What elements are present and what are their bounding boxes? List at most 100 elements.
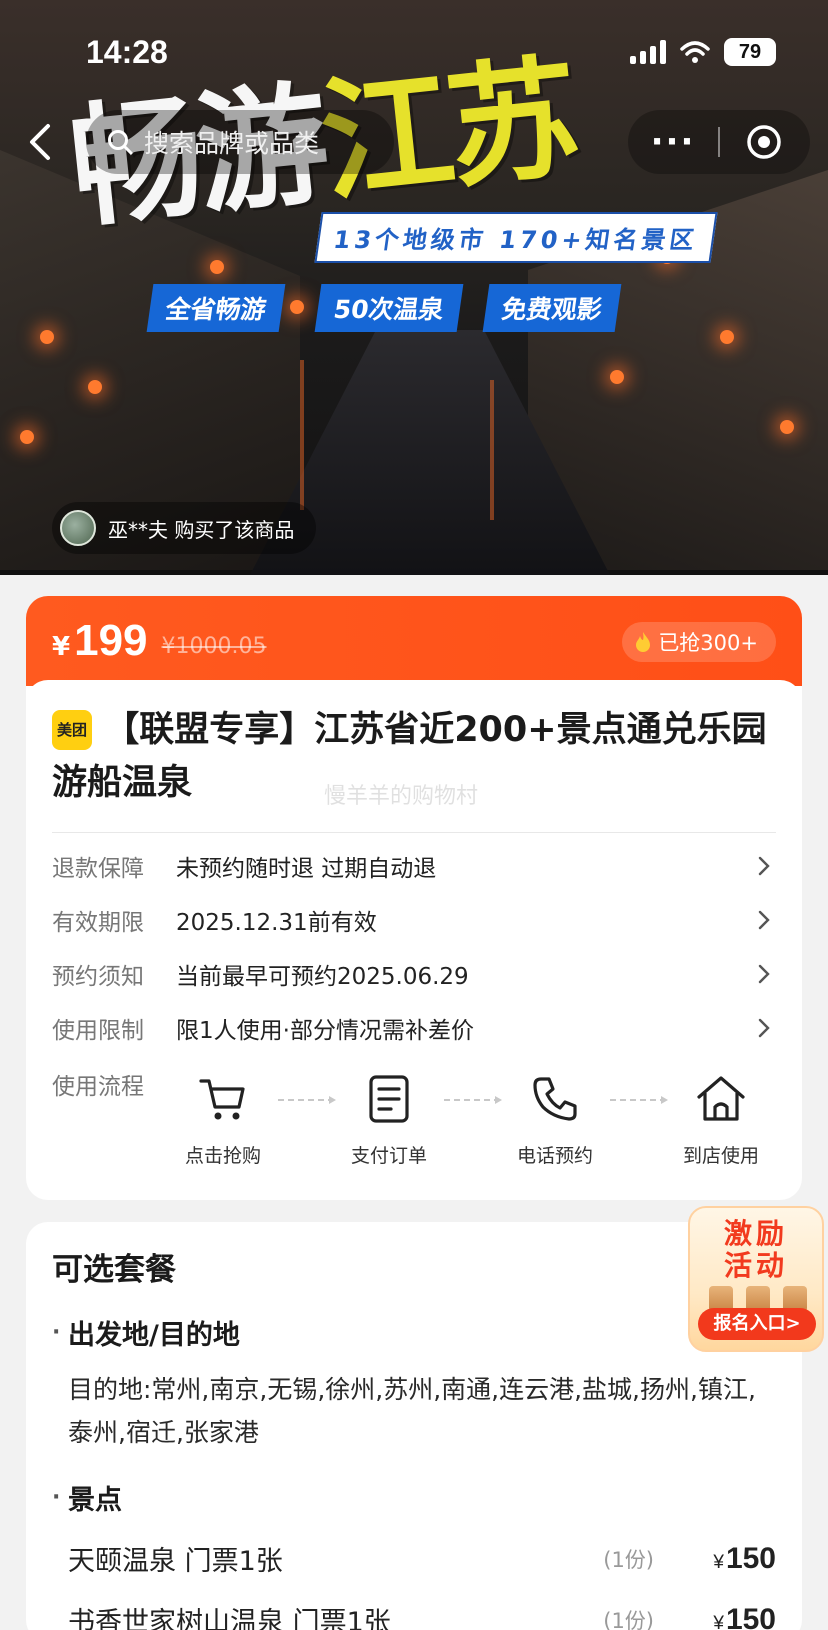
battery-icon: 79: [724, 38, 776, 66]
banner-lantern: [210, 260, 224, 274]
buyer-notice-text: 巫**夫 购买了该商品: [108, 517, 295, 542]
usage-steps: 点击抢购 支付订单 电话预约 到店使用: [168, 1059, 776, 1168]
search-placeholder: 搜索品牌或品类: [144, 129, 320, 158]
banner-lantern: [720, 330, 734, 344]
usage-flow: 使用流程 点击抢购 支付订单 电话预约 到店使用: [52, 1059, 776, 1168]
attractions-heading-text: 景点: [68, 1485, 122, 1516]
banner-lantern: [40, 330, 54, 344]
search-bar[interactable]: 搜索品牌或品类: [86, 110, 394, 174]
usage-flow-label: 使用流程: [52, 1074, 144, 1100]
package-item-currency: ¥: [713, 1612, 724, 1630]
cellular-signal-icon: [630, 40, 666, 64]
banner-lantern: [780, 420, 794, 434]
origin-dest-heading: · 出发地/目的地: [52, 1313, 776, 1352]
promo-signup-button[interactable]: 报名入口>: [698, 1308, 816, 1340]
flow-arrow: [444, 1096, 502, 1104]
restriction-value: 限1人使用·部分情况需补差价: [176, 1018, 474, 1044]
banner-light-reflection: [300, 360, 304, 510]
promo-title-line1: 激励: [723, 1217, 788, 1250]
refund-row[interactable]: 退款保障 未预约随时退 过期自动退: [52, 839, 776, 893]
more-icon[interactable]: ···: [628, 125, 718, 159]
step-visit: 到店使用: [666, 1059, 776, 1168]
product-details: 美团 【联盟专享】江苏省近200+景点通兑乐园游船温泉 慢羊羊的购物村 退款保障…: [26, 680, 802, 1168]
phone-icon: [533, 1077, 577, 1121]
promo-title-line2: 活动: [723, 1249, 788, 1282]
capsule-menu: ···: [628, 110, 810, 174]
restriction-label: 使用限制: [52, 1018, 144, 1044]
divider: [52, 832, 776, 833]
banner-tag: 全省畅游: [146, 284, 286, 332]
package-item-price-value: 150: [725, 1602, 776, 1630]
attractions-heading: · 景点: [52, 1478, 776, 1517]
price-bar: ¥ 199 ¥1000.05 已抢300+: [26, 596, 802, 686]
package-item-qty: (1份): [603, 1547, 654, 1572]
order-document-icon: [369, 1075, 409, 1123]
status-time: 14:28: [86, 34, 168, 70]
banner-tag: 免费观影: [482, 284, 622, 332]
package-item-price-value: 150: [725, 1541, 776, 1575]
package-item-price: ¥150: [690, 1542, 776, 1576]
package-section-title: 可选套餐: [52, 1252, 176, 1288]
refund-value: 未预约随时退 过期自动退: [176, 856, 437, 882]
home-icon: [697, 1076, 745, 1121]
destination-list: 目的地:常州,南京,无锡,徐州,苏州,南通,连云港,盐城,扬州,镇江,泰州,宿迁…: [68, 1375, 756, 1447]
booking-row[interactable]: 预约须知 当前最早可预约2025.06.29: [52, 947, 776, 1001]
validity-value: 2025.12.31前有效: [176, 910, 377, 936]
validity-row[interactable]: 有效期限 2025.12.31前有效: [52, 893, 776, 947]
banner-tag: 50次温泉: [314, 284, 464, 332]
package-item[interactable]: 天颐温泉 门票1张 (1份) ¥150: [52, 1539, 776, 1578]
origin-dest-heading-text: 出发地/目的地: [68, 1320, 240, 1351]
bullet-dot: ·: [52, 1320, 61, 1345]
step-label: 电话预约: [516, 1145, 593, 1167]
banner-light-reflection: [490, 380, 494, 520]
product-title-row: 美团 【联盟专享】江苏省近200+景点通兑乐园游船温泉 慢羊羊的购物村: [52, 704, 776, 810]
package-item[interactable]: 书香世家树山温泉 门票1张 (1份) ¥150: [52, 1600, 776, 1630]
package-item-qty: (1份): [603, 1608, 654, 1630]
buyer-notice: 巫**夫 购买了该商品: [52, 502, 317, 554]
step-call: 电话预约: [500, 1059, 610, 1168]
step-buy: 点击抢购: [168, 1059, 278, 1168]
current-price: 199: [74, 616, 148, 665]
package-item-currency: ¥: [713, 1551, 724, 1573]
meituan-badge: 美团: [52, 710, 92, 750]
banner-lantern: [290, 300, 304, 314]
step-pay: 支付订单: [334, 1059, 444, 1168]
original-price: ¥1000.05: [161, 633, 267, 659]
flow-arrow: [610, 1096, 668, 1104]
chevron-right-icon: [758, 1018, 770, 1038]
banner-lantern: [20, 430, 34, 444]
booking-label: 预约须知: [52, 964, 144, 990]
watermark: 慢羊羊的购物村: [324, 784, 479, 809]
buyer-avatar: [60, 510, 96, 546]
refund-label: 退款保障: [52, 856, 144, 882]
product-card: ¥ 199 ¥1000.05 已抢300+ 美团 【联盟专享】江苏省近200+景…: [26, 596, 802, 1200]
sales-count: 已抢300+: [658, 631, 758, 655]
search-icon: [108, 130, 133, 155]
chevron-right-icon: [758, 910, 770, 930]
chevron-right-icon: [758, 856, 770, 876]
price-currency: ¥: [52, 632, 71, 662]
promo-float-button[interactable]: 激励 活动 报名入口>: [688, 1206, 824, 1352]
shopping-cart-icon: [199, 1079, 245, 1120]
status-icons: 79: [630, 38, 776, 66]
package-item-name: 天颐温泉 门票1张: [68, 1546, 283, 1577]
sales-badge: 已抢300+: [622, 622, 776, 662]
package-item-price: ¥150: [690, 1603, 776, 1630]
banner-lantern: [610, 370, 624, 384]
step-label: 点击抢购: [184, 1145, 261, 1167]
validity-label: 有效期限: [52, 910, 144, 936]
back-arrow-icon[interactable]: [20, 120, 60, 164]
flow-arrow: [278, 1096, 336, 1104]
hero-banner[interactable]: 畅游江苏 13个地级市 170+知名景区 全省畅游 50次温泉 免费观影 巫**…: [0, 0, 828, 575]
fire-icon: [636, 632, 651, 652]
chevron-right-icon: [758, 964, 770, 984]
wifi-icon: [680, 41, 710, 63]
booking-value: 当前最早可预约2025.06.29: [176, 964, 469, 990]
banner-subtitle: 13个地级市 170+知名景区: [314, 212, 718, 263]
restriction-row[interactable]: 使用限制 限1人使用·部分情况需补差价: [52, 1001, 776, 1055]
target-icon: [747, 125, 781, 159]
banner-lantern: [88, 380, 102, 394]
step-label: 支付订单: [350, 1145, 427, 1167]
package-card: 可选套餐 · 出发地/目的地 目的地:常州,南京,无锡,徐州,苏州,南通,连云港…: [26, 1222, 802, 1630]
close-target-button[interactable]: [720, 123, 808, 161]
